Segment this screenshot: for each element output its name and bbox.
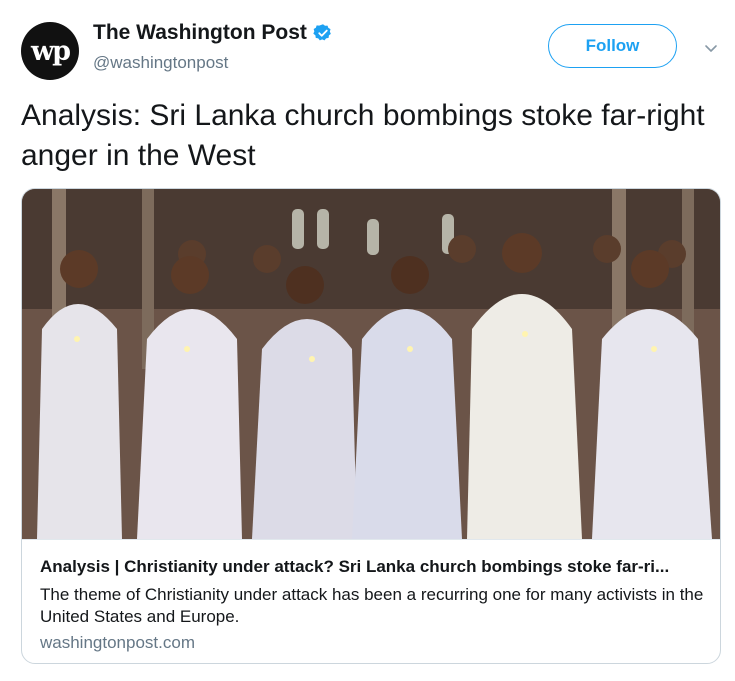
card-domain[interactable]: washingtonpost.com (40, 633, 195, 653)
author-handle[interactable]: @washingtonpost (93, 53, 228, 73)
verified-badge-icon (313, 24, 331, 41)
avatar-logo-text: wp (30, 35, 71, 67)
card-description: The theme of Christianity under attack h… (40, 585, 704, 626)
avatar[interactable]: wp (21, 22, 79, 80)
author-name[interactable]: The Washington Post (93, 21, 307, 45)
chevron-down-icon[interactable] (703, 40, 719, 56)
author-name-row: The Washington Post (93, 21, 333, 45)
link-card[interactable]: Analysis | Christianity under attack? Sr… (21, 188, 721, 664)
follow-button[interactable]: Follow (548, 24, 677, 68)
card-title[interactable]: Analysis | Christianity under attack? Sr… (40, 557, 708, 577)
tweet-text: Analysis: Sri Lanka church bombings stok… (21, 99, 705, 172)
card-image[interactable] (22, 189, 721, 539)
card-body[interactable]: Analysis | Christianity under attack? Sr… (22, 539, 720, 652)
